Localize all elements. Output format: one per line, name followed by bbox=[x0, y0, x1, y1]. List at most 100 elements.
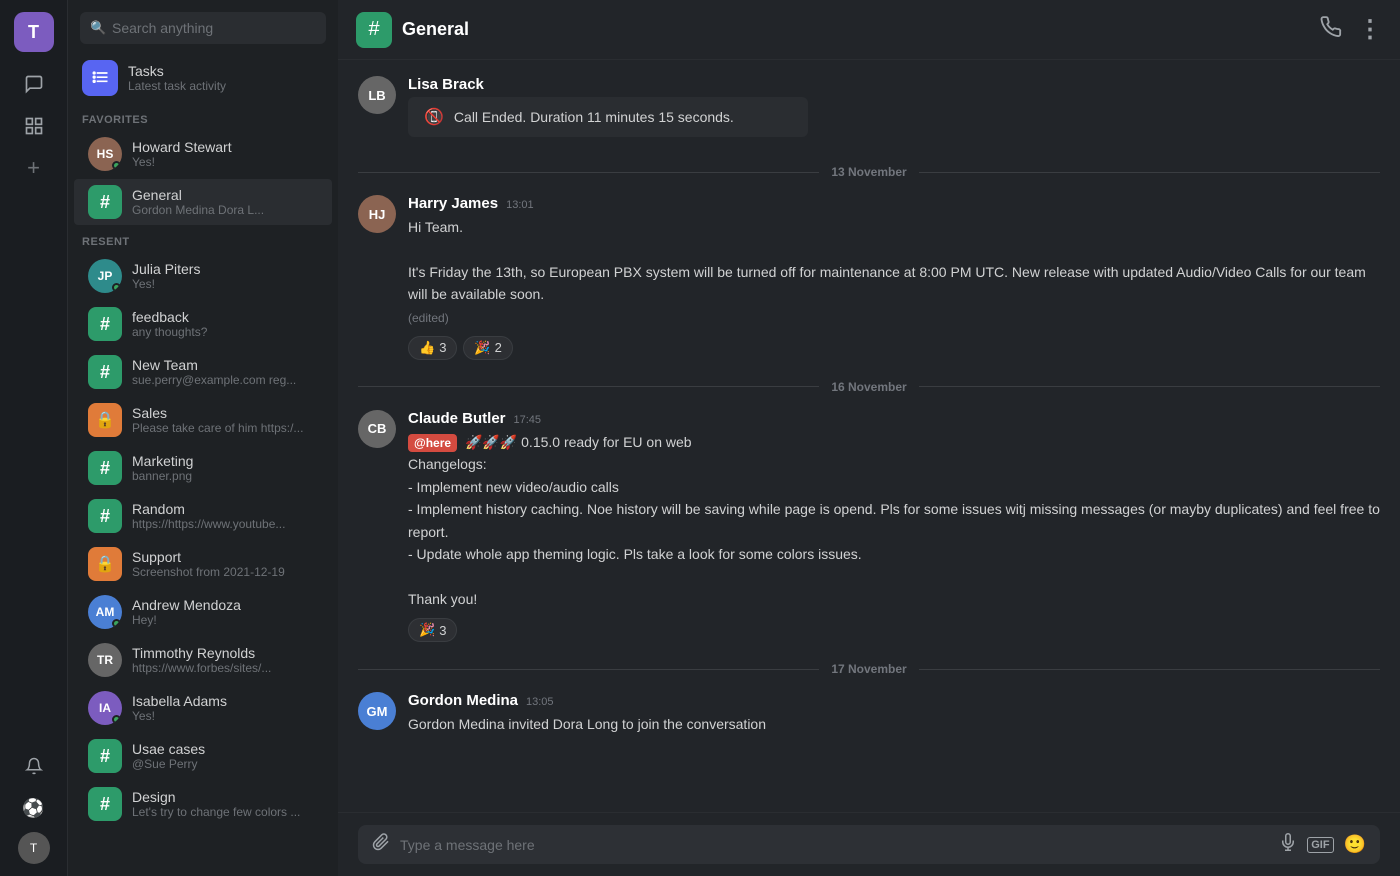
claude-reactions: 🎉 3 bbox=[408, 618, 1380, 642]
reaction-thumbsup[interactable]: 👍 3 bbox=[408, 336, 457, 360]
claude-avatar: CB bbox=[358, 410, 396, 448]
date-separator-13nov: 13 November bbox=[358, 165, 1380, 179]
chat-header-left: # General bbox=[356, 12, 469, 48]
random-sub: https://https://www.youtube... bbox=[132, 517, 285, 531]
at-here-badge[interactable]: @here bbox=[408, 434, 457, 452]
gordon-text: Gordon Medina invited Dora Long to join … bbox=[408, 713, 1380, 735]
attach-icon[interactable] bbox=[372, 833, 390, 856]
emoji-icon[interactable]: 🙂 bbox=[1344, 834, 1366, 855]
gordon-content: Gordon Medina 13:05 Gordon Medina invite… bbox=[408, 692, 1380, 735]
nav-chat-icon[interactable] bbox=[16, 66, 52, 102]
feedback-sub: any thoughts? bbox=[132, 325, 207, 339]
sidebar-item-sales[interactable]: 🔒 Sales Please take care of him https:/.… bbox=[74, 397, 332, 443]
tasks-text: Tasks Latest task activity bbox=[128, 63, 226, 93]
phone-icon[interactable] bbox=[1320, 16, 1342, 44]
nav-bell-icon[interactable] bbox=[16, 748, 52, 784]
design-name: Design bbox=[132, 789, 300, 805]
julia-avatar: JP bbox=[88, 259, 122, 293]
andrew-name: Andrew Mendoza bbox=[132, 597, 241, 613]
general-name: General bbox=[132, 187, 264, 203]
current-user-avatar[interactable]: T bbox=[18, 832, 50, 864]
harry-time: 13:01 bbox=[506, 199, 534, 211]
sidebar-item-random[interactable]: # Random https://https://www.youtube... bbox=[74, 493, 332, 539]
workspace-icon[interactable]: T bbox=[14, 12, 54, 52]
sidebar: 🔍 Tasks Latest task activity FAVORITES H… bbox=[68, 0, 338, 876]
marketing-name: Marketing bbox=[132, 453, 193, 469]
feedback-name: feedback bbox=[132, 309, 207, 325]
andrew-avatar: AM bbox=[88, 595, 122, 629]
newteam-icon: # bbox=[88, 355, 122, 389]
design-sub: Let's try to change few colors ... bbox=[132, 805, 300, 819]
sidebar-item-general[interactable]: # General Gordon Medina Dora L... bbox=[74, 179, 332, 225]
sidebar-item-newteam[interactable]: # New Team sue.perry@example.com reg... bbox=[74, 349, 332, 395]
sidebar-item-julia[interactable]: JP Julia Piters Yes! bbox=[74, 253, 332, 299]
reaction-party[interactable]: 🎉 2 bbox=[463, 336, 512, 360]
sidebar-item-howard[interactable]: HS Howard Stewart Yes! bbox=[74, 131, 332, 177]
harry-content: Harry James 13:01 Hi Team. It's Friday t… bbox=[408, 195, 1380, 360]
main-chat: # General ⋮ LB Lisa Brack 📵 Call Ended bbox=[338, 0, 1400, 876]
date-13nov: 13 November bbox=[831, 165, 906, 179]
harry-text: Hi Team. It's Friday the 13th, so Europe… bbox=[408, 216, 1380, 328]
gordon-author: Gordon Medina bbox=[408, 692, 518, 709]
harry-author: Harry James bbox=[408, 195, 498, 212]
reaction-party2[interactable]: 🎉 3 bbox=[408, 618, 457, 642]
julia-sub: Yes! bbox=[132, 277, 200, 291]
sales-icon: 🔒 bbox=[88, 403, 122, 437]
nav-add-icon[interactable]: + bbox=[16, 150, 52, 186]
separator-line-right-2 bbox=[919, 386, 1380, 387]
tasks-item[interactable]: Tasks Latest task activity bbox=[68, 52, 338, 104]
gif-icon[interactable]: GIF bbox=[1307, 837, 1333, 853]
marketing-icon: # bbox=[88, 451, 122, 485]
julia-name: Julia Piters bbox=[132, 261, 200, 277]
sales-sub: Please take care of him https:/... bbox=[132, 421, 303, 435]
messages-area[interactable]: LB Lisa Brack 📵 Call Ended. Duration 11 … bbox=[338, 60, 1400, 812]
sidebar-item-isabella[interactable]: IA Isabella Adams Yes! bbox=[74, 685, 332, 731]
gordon-avatar: GM bbox=[358, 692, 396, 730]
lisa-content: Lisa Brack 📵 Call Ended. Duration 11 min… bbox=[408, 76, 1380, 145]
sidebar-item-andrew[interactable]: AM Andrew Mendoza Hey! bbox=[74, 589, 332, 635]
mic-icon[interactable] bbox=[1279, 833, 1297, 856]
tasks-subtitle: Latest task activity bbox=[128, 79, 226, 93]
sidebar-item-feedback[interactable]: # feedback any thoughts? bbox=[74, 301, 332, 347]
separator-line-left-2 bbox=[358, 386, 819, 387]
call-ended-box: 📵 Call Ended. Duration 11 minutes 15 sec… bbox=[408, 97, 808, 137]
nav-grid-icon[interactable] bbox=[16, 108, 52, 144]
resent-label: RESENT bbox=[68, 226, 338, 252]
general-sub: Gordon Medina Dora L... bbox=[132, 203, 264, 217]
message-input[interactable] bbox=[400, 837, 1269, 853]
sidebar-item-design[interactable]: # Design Let's try to change few colors … bbox=[74, 781, 332, 827]
date-16nov: 16 November bbox=[831, 380, 906, 394]
general-icon: # bbox=[88, 185, 122, 219]
random-icon: # bbox=[88, 499, 122, 533]
sidebar-item-support[interactable]: 🔒 Support Screenshot from 2021-12-19 bbox=[74, 541, 332, 587]
claude-content: Claude Butler 17:45 @here 🚀🚀🚀 0.15.0 rea… bbox=[408, 410, 1380, 642]
gordon-time: 13:05 bbox=[526, 696, 554, 708]
input-area: GIF 🙂 bbox=[338, 812, 1400, 876]
usecases-icon: # bbox=[88, 739, 122, 773]
separator-line-right-3 bbox=[919, 669, 1380, 670]
lisa-message-row: LB Lisa Brack 📵 Call Ended. Duration 11 … bbox=[358, 76, 1380, 145]
sidebar-item-usecases[interactable]: # Usae cases @Sue Perry bbox=[74, 733, 332, 779]
chat-header-right: ⋮ bbox=[1320, 15, 1382, 44]
tasks-icon bbox=[82, 60, 118, 96]
timmothy-avatar: TR bbox=[88, 643, 122, 677]
support-sub: Screenshot from 2021-12-19 bbox=[132, 565, 285, 579]
more-options-icon[interactable]: ⋮ bbox=[1358, 15, 1382, 44]
design-icon: # bbox=[88, 787, 122, 821]
support-icon: 🔒 bbox=[88, 547, 122, 581]
search-input[interactable] bbox=[80, 12, 326, 44]
nav-soccer-icon[interactable]: ⚽ bbox=[16, 790, 52, 826]
search-bar-wrap: 🔍 bbox=[68, 0, 338, 52]
claude-message-row: CB Claude Butler 17:45 @here 🚀🚀🚀 0.15.0 … bbox=[358, 410, 1380, 642]
andrew-sub: Hey! bbox=[132, 613, 241, 627]
sidebar-item-timmothy[interactable]: TR Timmothy Reynolds https://www.forbes/… bbox=[74, 637, 332, 683]
harry-avatar: HJ bbox=[358, 195, 396, 233]
separator-line-right bbox=[919, 172, 1380, 173]
channel-hash-icon: # bbox=[356, 12, 392, 48]
marketing-sub: banner.png bbox=[132, 469, 193, 483]
isabella-sub: Yes! bbox=[132, 709, 227, 723]
howard-avatar: HS bbox=[88, 137, 122, 171]
isabella-avatar: IA bbox=[88, 691, 122, 725]
sidebar-item-marketing[interactable]: # Marketing banner.png bbox=[74, 445, 332, 491]
lisa-author: Lisa Brack bbox=[408, 76, 484, 93]
